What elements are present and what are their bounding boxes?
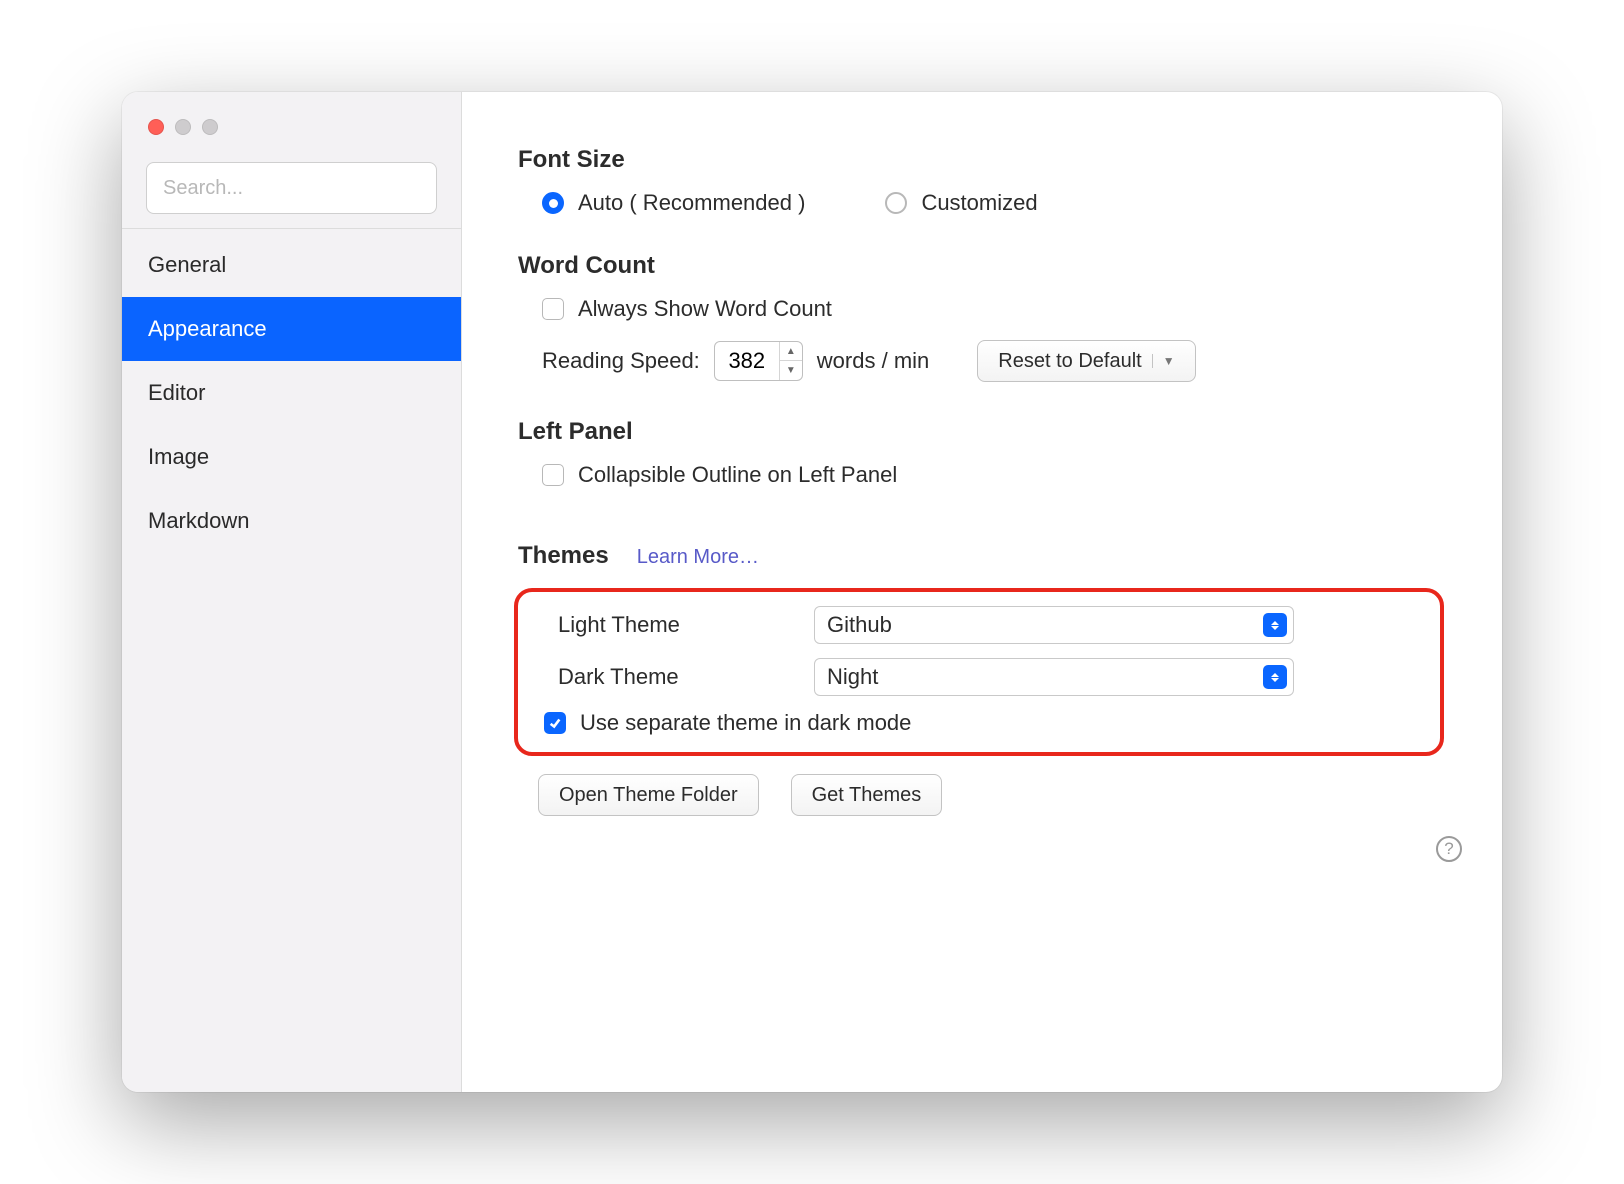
reading-speed-label: Reading Speed:	[542, 348, 700, 374]
checkbox-label: Use separate theme in dark mode	[580, 710, 911, 736]
section-title-themes: Themes	[518, 542, 609, 570]
titlebar	[122, 92, 461, 162]
section-title-word-count: Word Count	[518, 252, 1444, 280]
section-title-left-panel: Left Panel	[518, 418, 1444, 446]
select-value: Night	[827, 664, 878, 690]
sidebar-item-label: General	[148, 252, 226, 278]
radio-label: Customized	[921, 190, 1037, 216]
sidebar-item-editor[interactable]: Editor	[122, 361, 461, 425]
sidebar-item-label: Image	[148, 444, 209, 470]
dark-theme-label: Dark Theme	[534, 664, 814, 690]
button-label: Open Theme Folder	[559, 784, 738, 807]
updown-icon	[1263, 613, 1287, 637]
section-title-font-size: Font Size	[518, 146, 1444, 174]
checkbox-label: Collapsible Outline on Left Panel	[578, 462, 897, 488]
preferences-window: General Appearance Editor Image Markdown…	[122, 92, 1502, 1092]
learn-more-link[interactable]: Learn More…	[637, 546, 759, 569]
separate-theme-option[interactable]: Use separate theme in dark mode	[534, 710, 1424, 736]
open-theme-folder-button[interactable]: Open Theme Folder	[538, 774, 759, 816]
collapsible-outline-option[interactable]: Collapsible Outline on Left Panel	[518, 462, 1444, 488]
sidebar-item-label: Markdown	[148, 508, 249, 534]
checkbox-icon	[542, 298, 564, 320]
sidebar-item-label: Appearance	[148, 316, 267, 342]
checkbox-label: Always Show Word Count	[578, 296, 832, 322]
radio-icon	[885, 192, 907, 214]
get-themes-button[interactable]: Get Themes	[791, 774, 943, 816]
select-value: Github	[827, 612, 892, 638]
themes-highlight-box: Light Theme Github Dark Theme Night Use …	[514, 588, 1444, 756]
light-theme-select[interactable]: Github	[814, 606, 1294, 644]
sidebar: General Appearance Editor Image Markdown	[122, 92, 462, 1092]
main-panel: Font Size Auto ( Recommended ) Customize…	[462, 92, 1502, 1092]
light-theme-label: Light Theme	[534, 612, 814, 638]
reading-speed-row: Reading Speed: ▲ ▼ words / min Reset to …	[518, 340, 1444, 382]
reading-speed-stepper[interactable]: ▲ ▼	[714, 341, 803, 381]
checkbox-icon	[544, 712, 566, 734]
search-input[interactable]	[146, 162, 437, 214]
minimize-window-button[interactable]	[175, 119, 191, 135]
close-window-button[interactable]	[148, 119, 164, 135]
sidebar-item-appearance[interactable]: Appearance	[122, 297, 461, 361]
sidebar-nav: General Appearance Editor Image Markdown	[122, 229, 461, 553]
help-icon[interactable]: ?	[1436, 836, 1462, 862]
dark-theme-select[interactable]: Night	[814, 658, 1294, 696]
reset-to-default-button[interactable]: Reset to Default ▼	[977, 340, 1195, 382]
radio-icon	[542, 192, 564, 214]
sidebar-item-label: Editor	[148, 380, 205, 406]
radio-label: Auto ( Recommended )	[578, 190, 805, 216]
font-size-customized-option[interactable]: Customized	[885, 190, 1037, 216]
stepper-down-icon[interactable]: ▼	[780, 361, 802, 380]
checkbox-icon	[542, 464, 564, 486]
chevron-down-icon: ▼	[1152, 354, 1175, 368]
reading-speed-value[interactable]	[715, 348, 779, 374]
sidebar-item-general[interactable]: General	[122, 233, 461, 297]
updown-icon	[1263, 665, 1287, 689]
button-label: Get Themes	[812, 784, 922, 807]
always-show-word-count-option[interactable]: Always Show Word Count	[518, 296, 1444, 322]
stepper-buttons: ▲ ▼	[779, 342, 802, 380]
font-size-auto-option[interactable]: Auto ( Recommended )	[542, 190, 805, 216]
reading-speed-unit: words / min	[817, 348, 929, 374]
font-size-radio-group: Auto ( Recommended ) Customized	[518, 190, 1444, 216]
sidebar-item-image[interactable]: Image	[122, 425, 461, 489]
button-label: Reset to Default	[998, 350, 1141, 373]
sidebar-item-markdown[interactable]: Markdown	[122, 489, 461, 553]
zoom-window-button[interactable]	[202, 119, 218, 135]
stepper-up-icon[interactable]: ▲	[780, 342, 802, 361]
